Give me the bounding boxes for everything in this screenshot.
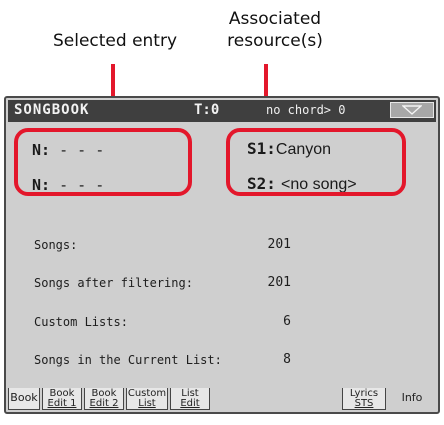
associated-resources-highlight — [226, 128, 406, 196]
info-label-songs-filtered: Songs after filtering: — [34, 276, 193, 290]
tab-info[interactable]: Info — [390, 388, 434, 410]
page-menu-button[interactable] — [390, 102, 434, 118]
tab-book-label: Book — [10, 391, 38, 404]
tab-bar: Book Book Edit 1 Book Edit 2 Custom List… — [6, 388, 438, 412]
info-label-songs: Songs: — [34, 238, 78, 252]
tab-book-edit-1-line2: Edit 1 — [47, 398, 77, 409]
chord-indicator: no chord> 0 — [266, 103, 346, 117]
tab-lyrics-sts-line2: STS — [354, 398, 374, 409]
tab-list-edit-line2: Edit — [180, 398, 200, 409]
info-value-songs-filtered: 201 — [267, 275, 291, 290]
tab-book-edit-2[interactable]: Book Edit 2 — [84, 388, 124, 410]
songbook-screen: SONGBOOK T:0 no chord> 0 N: - - - N: - -… — [4, 96, 440, 414]
down-triangle-icon — [402, 105, 422, 115]
tab-book[interactable]: Book — [8, 388, 40, 410]
info-value-current-list: 8 — [283, 352, 291, 367]
tab-custom-list-line2: List — [138, 398, 156, 409]
tab-info-label: Info — [401, 391, 423, 404]
callout-selected-entry: Selected entry — [52, 31, 178, 51]
info-value-songs: 201 — [267, 237, 291, 252]
page-title: SONGBOOK — [14, 102, 90, 118]
title-bar: SONGBOOK T:0 no chord> 0 — [8, 100, 436, 122]
tab-lyrics-sts[interactable]: Lyrics STS — [342, 388, 386, 410]
tab-list-edit[interactable]: List Edit — [170, 388, 210, 410]
callout-associated-line2: resource(s) — [227, 31, 323, 51]
tab-book-edit-2-line2: Edit 2 — [89, 398, 119, 409]
info-value-custom-lists: 6 — [283, 314, 291, 329]
callout-associated-resources: Associated resource(s) — [205, 8, 345, 52]
tab-book-edit-1[interactable]: Book Edit 1 — [42, 388, 82, 410]
selected-entry-highlight — [14, 128, 192, 196]
info-label-current-list: Songs in the Current List: — [34, 353, 222, 367]
tab-custom-list[interactable]: Custom List — [126, 388, 168, 410]
tempo-indicator: T:0 — [194, 102, 220, 118]
info-label-custom-lists: Custom Lists: — [34, 315, 128, 329]
callout-associated-line1: Associated — [228, 9, 322, 29]
